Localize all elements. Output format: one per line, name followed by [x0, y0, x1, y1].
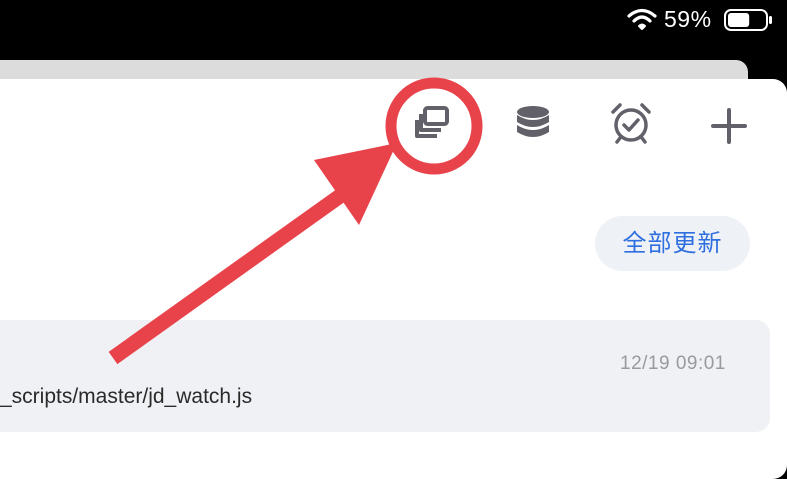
- wifi-icon: [627, 8, 657, 30]
- add-button[interactable]: [703, 100, 755, 152]
- database-button[interactable]: [507, 100, 559, 152]
- database-icon: [517, 106, 549, 137]
- status-bar: 59%: [0, 0, 787, 40]
- copy-windows-button[interactable]: [408, 100, 460, 152]
- alarm-clock-button[interactable]: [605, 100, 657, 152]
- task-card[interactable]: [0, 320, 770, 432]
- copy-windows-icon: [415, 106, 449, 138]
- task-time: 12/19 09:01: [620, 353, 726, 374]
- alarm-clock-icon: [611, 103, 651, 144]
- refresh-all-button[interactable]: 全部更新: [595, 216, 750, 271]
- plus-icon: [711, 108, 747, 144]
- task-script-path: _scripts/master/jd_watch.js: [0, 385, 253, 408]
- battery-icon: [724, 9, 772, 31]
- battery-percentage: 59%: [664, 6, 712, 32]
